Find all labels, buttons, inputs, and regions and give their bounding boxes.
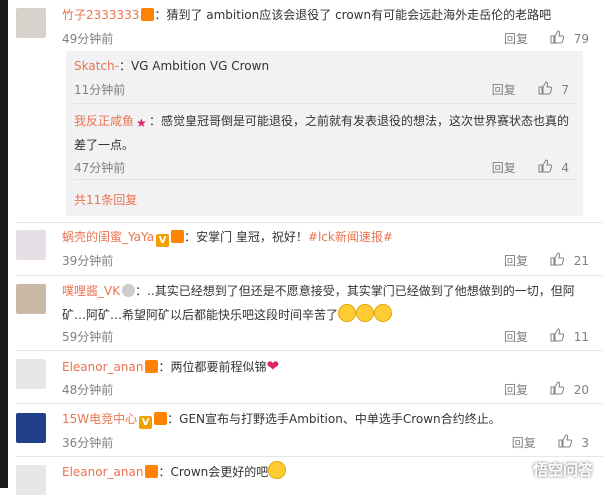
- comment-actions: 回复 3: [512, 434, 589, 451]
- verified-badge-icon: V: [156, 234, 169, 247]
- like-icon[interactable]: [550, 252, 570, 269]
- divider: [16, 403, 603, 404]
- vip-badge-icon: [141, 8, 154, 21]
- comment-actions: 回复 21: [504, 252, 589, 269]
- comment-time: 36分钟前: [62, 434, 113, 451]
- comment-text: ：Crown会更好的吧: [158, 465, 268, 479]
- comment-time: 59分钟前: [62, 328, 113, 345]
- reply-actions: 回复 7: [492, 81, 569, 98]
- like-icon[interactable]: [550, 381, 570, 398]
- reply-button[interactable]: 回复: [504, 30, 528, 47]
- avatar[interactable]: [16, 413, 46, 443]
- divider: [16, 222, 603, 223]
- comment-actions: 回复 11: [504, 328, 589, 345]
- reply-time: 47分钟前: [74, 159, 125, 176]
- vip-badge-icon: [145, 360, 158, 373]
- divider: [16, 350, 603, 351]
- username[interactable]: 竹子2333333: [62, 8, 139, 22]
- divider: [74, 179, 575, 180]
- vip-badge-icon: [154, 412, 167, 425]
- watermark: 悟空问答: [509, 459, 593, 480]
- reply-time: 11分钟前: [74, 81, 125, 98]
- heart-emoji-icon: ❤: [266, 357, 279, 375]
- crying-emoji-icon: [374, 304, 392, 322]
- comment-actions: 回复 20: [504, 381, 589, 398]
- divider: [16, 456, 603, 457]
- vip-badge-icon: [145, 465, 158, 478]
- like-count: 21: [574, 254, 589, 268]
- reply-button[interactable]: 回复: [504, 381, 528, 398]
- like-icon[interactable]: [550, 30, 570, 47]
- reply-button[interactable]: 回复: [492, 159, 516, 176]
- crying-emoji-icon: [338, 304, 356, 322]
- left-edge-bar: [0, 0, 8, 488]
- username[interactable]: 我反正咸鱼: [74, 114, 134, 128]
- vip-badge-icon: [171, 230, 184, 243]
- divider: [16, 275, 603, 276]
- like-icon[interactable]: [538, 81, 558, 98]
- comment-time: 48分钟前: [62, 381, 113, 398]
- avatar[interactable]: [16, 465, 46, 495]
- comment-actions: 回复 79: [504, 30, 589, 47]
- level-badge-icon: [122, 284, 135, 297]
- reply-button[interactable]: 回复: [504, 252, 528, 269]
- username[interactable]: Eleanor_anan: [62, 465, 143, 479]
- wukong-logo-icon: [509, 459, 529, 479]
- crying-emoji-icon: [356, 304, 374, 322]
- avatar[interactable]: [16, 284, 46, 314]
- comment-time: 39分钟前: [62, 252, 113, 269]
- divider: [74, 103, 575, 104]
- username[interactable]: 15W电竞中心: [62, 412, 137, 426]
- reply-actions: 回复 4: [492, 159, 569, 176]
- sub-replies-panel: Skatch-：VG Ambition VG Crown 11分钟前 回复 7 …: [66, 51, 583, 216]
- like-icon[interactable]: [550, 328, 570, 345]
- like-icon[interactable]: [538, 159, 558, 176]
- username[interactable]: Skatch-: [74, 59, 119, 73]
- hashtag-link[interactable]: #lck新闻速报#: [308, 230, 393, 244]
- comment-text: ：猜到了 ambition应该会退役了 crown有可能会远赴海外走岳伦的老路吧: [154, 8, 551, 22]
- username[interactable]: 蜗壳的闺蜜_YaYa: [62, 230, 154, 244]
- reply-button[interactable]: 回复: [512, 434, 536, 451]
- more-replies-link[interactable]: 共11条回复: [74, 191, 137, 208]
- verified-badge-icon: V: [139, 416, 152, 429]
- sad-emoji-icon: [268, 461, 286, 479]
- comment-text: ：安掌门 皇冠，祝好！: [184, 230, 308, 244]
- star-badge-icon: ★: [136, 111, 149, 124]
- username[interactable]: 噗哩酱_VK: [62, 284, 120, 298]
- reply-text: ：VG Ambition VG Crown: [119, 59, 269, 73]
- comment-text: ：..其实已经想到了但还是不愿意接受，其实掌门已经做到了他想做到的一切，但阿矿……: [62, 284, 575, 322]
- reply-button[interactable]: 回复: [504, 328, 528, 345]
- like-count: 3: [581, 436, 589, 450]
- like-count: 4: [561, 161, 569, 175]
- like-count: 79: [574, 32, 589, 46]
- comment-text: ：两位都要前程似锦: [158, 360, 266, 374]
- like-icon[interactable]: [558, 434, 578, 451]
- watermark-text: 悟空问答: [533, 461, 593, 479]
- comment-time: 49分钟前: [62, 30, 113, 47]
- like-count: 7: [561, 83, 569, 97]
- sub-reply-item: Skatch-：VG Ambition VG Crown 11分钟前 回复 7: [74, 55, 575, 77]
- reply-text: ：感觉皇冠哥倒是可能退役，之前就有发表退役的想法，这次世界赛状态也真的差了一点。: [74, 114, 569, 152]
- avatar[interactable]: [16, 230, 46, 260]
- username[interactable]: Eleanor_anan: [62, 360, 143, 374]
- sub-reply-item: 我反正咸鱼★：感觉皇冠哥倒是可能退役，之前就有发表退役的想法，这次世界赛状态也真…: [74, 109, 575, 157]
- avatar[interactable]: [16, 8, 46, 38]
- comment-text: ：GEN宣布与打野选手Ambition、中单选手Crown合约终止。: [167, 412, 501, 426]
- like-count: 20: [574, 383, 589, 397]
- reply-button[interactable]: 回复: [492, 81, 516, 98]
- like-count: 11: [574, 330, 589, 344]
- avatar[interactable]: [16, 359, 46, 389]
